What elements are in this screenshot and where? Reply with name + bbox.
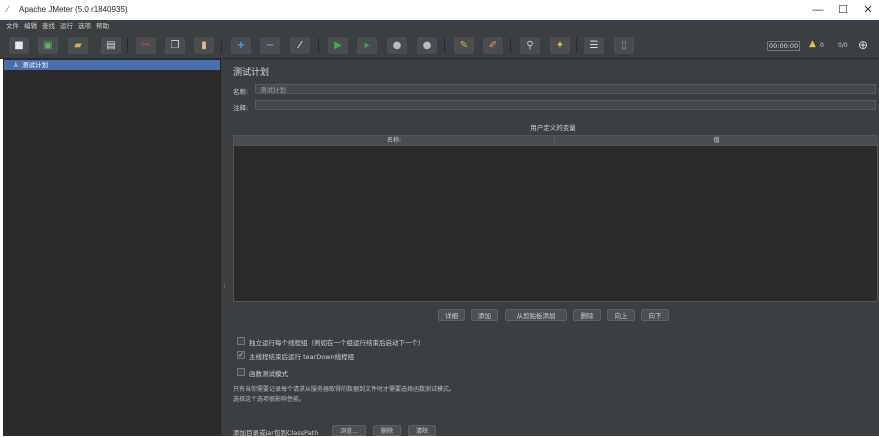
column-name-header[interactable]: 名称: [234, 136, 554, 145]
user-variables-title: 用户定义的变量 [530, 124, 576, 132]
toolbar: ■ ▣ ▰ ▤ ✂ ❐ ▮ + − ⁄ ▶ ▸ ● ● ✎ ✐ ⚲ ✦ ☰ ▯ … [0, 33, 879, 59]
teardown-checkbox[interactable]: ✓ [237, 351, 245, 359]
cut-icon[interactable]: ✂ [136, 37, 156, 54]
table-header: 名称: 值 [234, 136, 877, 146]
open-icon[interactable]: ▰ [68, 37, 88, 54]
run-groups-consecutively-checkbox[interactable] [237, 337, 245, 345]
menu-edit[interactable]: 编辑 [24, 20, 37, 33]
variables-table[interactable]: 名称: 值 [233, 135, 878, 302]
drag-handle-icon[interactable]: ⁞ [223, 281, 226, 290]
move-up-button[interactable]: 向上 [607, 309, 635, 321]
performance-note: 选择这个选项很影响性能。 [233, 396, 306, 403]
page-title: 测试计划 [233, 68, 270, 78]
collapse-icon[interactable]: − [260, 37, 280, 54]
move-down-button[interactable]: 向下 [641, 309, 669, 321]
start-no-pause-icon[interactable]: ▸ [357, 37, 377, 54]
menu-search[interactable]: 查找 [42, 20, 55, 33]
test-plan-panel: 测试计划 名称: 测试计划 注释: 用户定义的变量 名称: 值 详细 添加 从剪… [230, 59, 879, 437]
remote-start-icon[interactable]: ⊕ [858, 38, 868, 52]
clear-all-icon[interactable]: ✐ [483, 37, 503, 54]
thread-count: 0/0 [838, 42, 848, 49]
classpath-delete-button[interactable]: 删除 [373, 425, 401, 436]
name-input[interactable]: 测试计划 [255, 84, 876, 94]
copy-icon[interactable]: ❐ [165, 37, 185, 54]
test-tree: ⅄ 测试计划 [3, 59, 221, 436]
test-plan-icon: ⅄ [14, 61, 18, 69]
clear-icon[interactable]: ✎ [454, 37, 474, 54]
minimize-button[interactable]: — [805, 2, 831, 18]
warning-icon[interactable]: ▲ [809, 39, 816, 49]
name-label: 名称: [233, 88, 249, 96]
menu-file[interactable]: 文件 [6, 20, 19, 33]
comment-label: 注释: [233, 104, 249, 112]
teardown-label: 主线程结束后运行 tearDown线程组 [249, 353, 355, 361]
toggle-icon[interactable]: ⁄ [290, 37, 310, 54]
classpath-clear-button[interactable]: 清除 [408, 425, 436, 436]
start-icon[interactable]: ▶ [328, 37, 348, 54]
close-button[interactable]: ✕ [855, 2, 879, 18]
add-button[interactable]: 添加 [471, 309, 498, 321]
run-groups-consecutively-label: 独立运行每个线程组（例如在一个组运行结束后启动下一个） [249, 339, 425, 347]
jmeter-logo-icon: ∕ [7, 4, 9, 14]
templates-icon[interactable]: ▣ [38, 37, 58, 54]
tree-item-label: 测试计划 [21, 61, 48, 69]
delete-button[interactable]: 删除 [573, 309, 601, 321]
comment-input[interactable] [255, 100, 876, 110]
tree-item-test-plan[interactable]: ⅄ 测试计划 [4, 60, 220, 70]
browse-button[interactable]: 浏览... [332, 425, 366, 436]
menu-bar: 文件 编辑 查找 运行 选项 帮助 [0, 20, 879, 33]
functional-mode-checkbox[interactable] [237, 368, 245, 376]
warning-count: 0 [820, 42, 824, 49]
stop-icon[interactable]: ● [387, 37, 407, 54]
menu-options[interactable]: 选项 [78, 20, 91, 33]
functional-mode-note: 只有当你需要记录每个请求从服务器取得的数据到文件时才需要选择函数测试模式。 [233, 386, 456, 393]
shutdown-icon[interactable]: ● [417, 37, 437, 54]
search-icon[interactable]: ⚲ [520, 37, 540, 54]
functional-mode-label: 函数测试模式 [249, 370, 288, 378]
add-from-clipboard-button[interactable]: 从剪贴板添加 [505, 309, 567, 321]
menu-run[interactable]: 运行 [60, 20, 73, 33]
reset-search-icon[interactable]: ✦ [550, 37, 570, 54]
expand-icon[interactable]: + [231, 37, 251, 54]
split-pane-divider[interactable]: ⁞ [221, 59, 230, 436]
save-icon[interactable]: ▤ [101, 37, 121, 54]
menu-help[interactable]: 帮助 [96, 20, 109, 33]
new-icon[interactable]: ■ [9, 37, 29, 54]
maximize-button[interactable]: ☐ [830, 2, 856, 18]
paste-icon[interactable]: ▮ [194, 37, 214, 54]
help-icon[interactable]: ▯ [614, 37, 634, 54]
column-value-header[interactable]: 值 [554, 136, 878, 145]
title-bar: ∕ Apache JMeter (5.0 r1840935) — ☐ ✕ [0, 0, 879, 20]
elapsed-timer: 00:00:00 [767, 41, 801, 51]
function-helper-icon[interactable]: ☰ [584, 37, 604, 54]
detail-button[interactable]: 详细 [438, 309, 465, 321]
window-title: Apache JMeter (5.0 r1840935) [19, 5, 128, 14]
